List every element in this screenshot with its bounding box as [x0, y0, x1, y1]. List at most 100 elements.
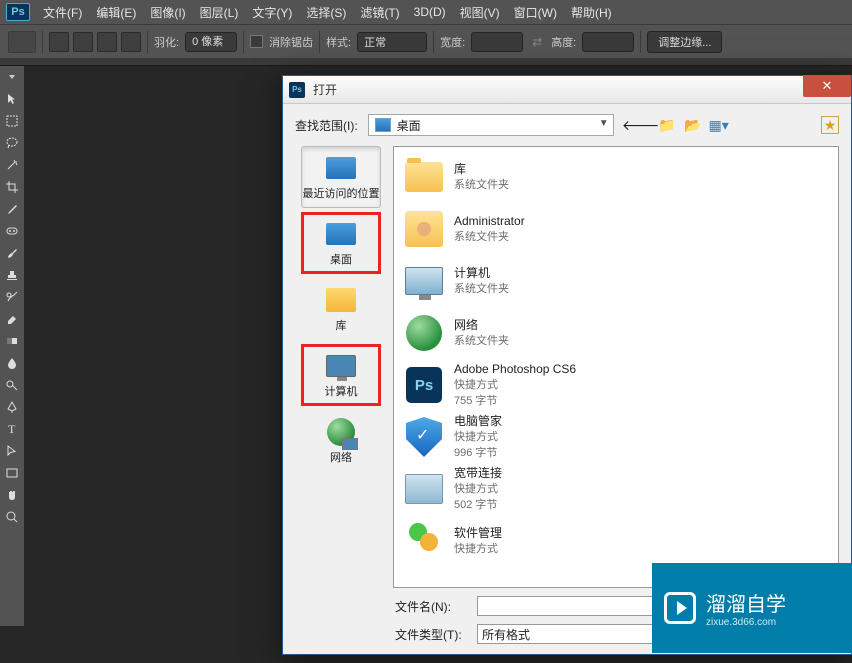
- pen-tool-icon[interactable]: [0, 396, 24, 418]
- menu-3d[interactable]: 3D(D): [407, 2, 453, 22]
- antialias-checkbox[interactable]: [250, 35, 263, 48]
- magic-wand-tool-icon[interactable]: [0, 154, 24, 176]
- watermark-url: zixue.3d66.com: [706, 617, 786, 628]
- file-list[interactable]: 库系统文件夹 Administrator系统文件夹 计算机系统文件夹 网络系统文…: [393, 146, 839, 588]
- sidebar-item-desktop[interactable]: 桌面: [301, 212, 381, 274]
- file-sub: 系统文件夹: [454, 333, 509, 349]
- menu-type[interactable]: 文字(Y): [245, 1, 299, 24]
- gradient-tool-icon[interactable]: [0, 330, 24, 352]
- list-item[interactable]: Administrator系统文件夹: [398, 203, 834, 255]
- sidebar-item-network[interactable]: 网络: [301, 410, 381, 472]
- menu-file[interactable]: 文件(F): [36, 1, 89, 24]
- eyedropper-tool-icon[interactable]: [0, 198, 24, 220]
- view-menu-button[interactable]: ▦▾: [710, 116, 728, 134]
- up-button[interactable]: 📁: [658, 116, 676, 134]
- menu-filter[interactable]: 滤镜(T): [353, 1, 406, 24]
- sel-new-button[interactable]: [49, 32, 69, 52]
- sel-add-button[interactable]: [73, 32, 93, 52]
- libraries-icon: [326, 288, 356, 312]
- eraser-tool-icon[interactable]: [0, 308, 24, 330]
- look-in-label: 查找范围(I):: [295, 117, 358, 134]
- sidebar-item-label: 桌面: [330, 251, 352, 267]
- separator: [42, 31, 43, 53]
- separator: [147, 31, 148, 53]
- menu-window[interactable]: 窗口(W): [507, 1, 564, 24]
- close-button[interactable]: ✕: [803, 75, 851, 97]
- list-item[interactable]: 计算机系统文件夹: [398, 255, 834, 307]
- shield-app-icon: [406, 417, 442, 457]
- ps-app-icon: Ps: [406, 367, 442, 403]
- style-label: 样式:: [326, 34, 351, 50]
- move-tool-icon[interactable]: [0, 88, 24, 110]
- menu-select[interactable]: 选择(S): [299, 1, 353, 24]
- lasso-tool-icon[interactable]: [0, 132, 24, 154]
- crop-tool-icon[interactable]: [0, 176, 24, 198]
- list-item[interactable]: 电脑管家快捷方式996 字节: [398, 411, 834, 463]
- rectangle-tool-icon[interactable]: [0, 462, 24, 484]
- file-sub: 系统文件夹: [454, 229, 525, 245]
- minimize-tools-icon[interactable]: [0, 66, 24, 88]
- list-item[interactable]: 库系统文件夹: [398, 151, 834, 203]
- feather-label: 羽化:: [154, 34, 179, 50]
- history-brush-tool-icon[interactable]: [0, 286, 24, 308]
- back-button[interactable]: 🡐: [632, 116, 650, 134]
- marquee-tool-icon[interactable]: [0, 110, 24, 132]
- folder-icon: [405, 162, 443, 192]
- software-icon: [406, 523, 442, 559]
- menu-layer[interactable]: 图层(L): [193, 1, 246, 24]
- menu-view[interactable]: 视图(V): [453, 1, 507, 24]
- antialias-label: 消除锯齿: [269, 34, 313, 50]
- watermark-title: 溜溜自学: [706, 588, 786, 617]
- play-icon: [664, 592, 696, 624]
- separator: [640, 31, 641, 53]
- list-item[interactable]: 网络系统文件夹: [398, 307, 834, 359]
- sidebar-item-computer[interactable]: 计算机: [301, 344, 381, 406]
- new-folder-button[interactable]: 📂: [684, 116, 702, 134]
- sidebar-item-label: 计算机: [325, 383, 358, 399]
- menu-image[interactable]: 图像(I): [143, 1, 192, 24]
- list-item[interactable]: Ps Adobe Photoshop CS6快捷方式755 字节: [398, 359, 834, 411]
- height-input[interactable]: [582, 32, 634, 52]
- file-name: 软件管理: [454, 525, 502, 541]
- healing-tool-icon[interactable]: [0, 220, 24, 242]
- menu-help[interactable]: 帮助(H): [564, 1, 619, 24]
- sidebar-item-recent[interactable]: 最近访问的位置: [301, 146, 381, 208]
- places-sidebar: 最近访问的位置 桌面 库 计算机 网络: [295, 146, 387, 588]
- look-in-combo[interactable]: 桌面 ▼: [368, 114, 614, 136]
- sidebar-item-libraries[interactable]: 库: [301, 278, 381, 340]
- dodge-tool-icon[interactable]: [0, 374, 24, 396]
- file-sub: 快捷方式: [454, 541, 502, 557]
- stamp-tool-icon[interactable]: [0, 264, 24, 286]
- width-input[interactable]: [471, 32, 523, 52]
- brush-tool-icon[interactable]: [0, 242, 24, 264]
- separator: [319, 31, 320, 53]
- hand-tool-icon[interactable]: [0, 484, 24, 506]
- file-sub: 快捷方式: [454, 481, 502, 497]
- menubar: Ps 文件(F) 编辑(E) 图像(I) 图层(L) 文字(Y) 选择(S) 滤…: [0, 0, 852, 24]
- path-select-tool-icon[interactable]: [0, 440, 24, 462]
- dialog-titlebar[interactable]: Ps 打开 ✕: [283, 76, 851, 104]
- favorites-button[interactable]: ★: [821, 116, 839, 134]
- list-item[interactable]: 宽带连接快捷方式502 字节: [398, 463, 834, 515]
- filetype-label: 文件类型(T):: [395, 626, 465, 643]
- feather-input[interactable]: 0 像素: [185, 32, 237, 52]
- look-in-value: 桌面: [397, 117, 421, 134]
- selection-mode-group: [49, 32, 141, 52]
- desktop-icon: [326, 223, 356, 245]
- computer-icon: [405, 267, 443, 295]
- tool-preset-picker[interactable]: [8, 31, 36, 53]
- zoom-tool-icon[interactable]: [0, 506, 24, 528]
- style-select[interactable]: 正常: [357, 32, 427, 52]
- sel-sub-button[interactable]: [97, 32, 117, 52]
- swap-wh-icon[interactable]: ⇄: [529, 34, 545, 50]
- file-sub: 快捷方式: [454, 429, 502, 445]
- type-tool-icon[interactable]: T: [0, 418, 24, 440]
- computer-icon: [326, 355, 356, 377]
- ps-logo-icon: Ps: [6, 3, 30, 21]
- refine-edge-button[interactable]: 调整边缘...: [647, 31, 722, 53]
- list-item[interactable]: 软件管理快捷方式: [398, 515, 834, 567]
- sel-int-button[interactable]: [121, 32, 141, 52]
- menu-edit[interactable]: 编辑(E): [89, 1, 143, 24]
- blur-tool-icon[interactable]: [0, 352, 24, 374]
- network-icon: [406, 315, 442, 351]
